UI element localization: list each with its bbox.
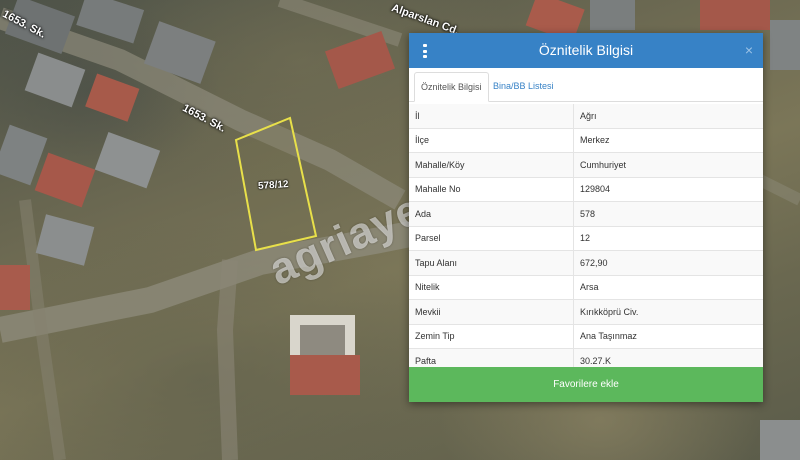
table-row: Zemin Tip Ana Taşınmaz bbox=[409, 323, 763, 349]
attribute-value: Merkez bbox=[573, 127, 763, 153]
attribute-key: Tapu Alanı bbox=[409, 250, 574, 275]
add-to-favorites-button[interactable]: Favorilere ekle bbox=[409, 367, 763, 402]
panel-tabs: Öznitelik Bilgisi Bina/BB Listesi bbox=[409, 72, 763, 102]
panel-title: Öznitelik Bilgisi bbox=[538, 42, 634, 58]
attribute-value: Cumhuriyet bbox=[573, 152, 763, 177]
attribute-value: Ana Taşınmaz bbox=[573, 323, 763, 349]
table-row: Mevkii Kırıkköprü Civ. bbox=[409, 299, 763, 324]
tab-building-list[interactable]: Bina/BB Listesi bbox=[487, 72, 560, 100]
attribute-value: Arsa bbox=[573, 274, 763, 300]
attribute-value: 12 bbox=[573, 225, 763, 251]
attribute-table: İl Ağrı İlçe Merkez Mahalle/Köy Cumhuriyet Mah… bbox=[409, 104, 763, 373]
attribute-value: 578 bbox=[573, 201, 763, 226]
attribute-key: İl bbox=[409, 104, 574, 128]
table-row: Mahalle/Köy Cumhuriyet bbox=[409, 152, 763, 177]
attribute-key: Mahalle/Köy bbox=[409, 152, 574, 177]
attribute-key: Nitelik bbox=[409, 274, 574, 300]
attribute-value: 129804 bbox=[573, 176, 763, 202]
table-row: İl Ağrı bbox=[409, 104, 763, 128]
table-row: Nitelik Arsa bbox=[409, 274, 763, 300]
attribute-value: Ağrı bbox=[573, 104, 763, 128]
attribute-value: Kırıkköprü Civ. bbox=[573, 299, 763, 324]
table-row: Mahalle No 129804 bbox=[409, 176, 763, 202]
tab-attribute-info[interactable]: Öznitelik Bilgisi bbox=[414, 72, 489, 102]
table-row: Ada 578 bbox=[409, 201, 763, 226]
close-icon[interactable]: × bbox=[745, 42, 753, 58]
attribute-key: Zemin Tip bbox=[409, 323, 574, 349]
table-row: Parsel 12 bbox=[409, 225, 763, 251]
attribute-key: İlçe bbox=[409, 127, 574, 153]
parcel-label[interactable]: 578/12 bbox=[258, 179, 289, 192]
panel-header: Öznitelik Bilgisi × bbox=[409, 33, 763, 68]
attribute-key: Mevkii bbox=[409, 299, 574, 324]
attribute-key: Parsel bbox=[409, 225, 574, 251]
attribute-key: Mahalle No bbox=[409, 176, 574, 202]
attribute-info-panel: Öznitelik Bilgisi × Öznitelik Bilgisi Bi… bbox=[409, 33, 763, 402]
attribute-value: 672,90 bbox=[573, 250, 763, 275]
table-row: Tapu Alanı 672,90 bbox=[409, 250, 763, 275]
attribute-key: Ada bbox=[409, 201, 574, 226]
table-row: İlçe Merkez bbox=[409, 127, 763, 153]
